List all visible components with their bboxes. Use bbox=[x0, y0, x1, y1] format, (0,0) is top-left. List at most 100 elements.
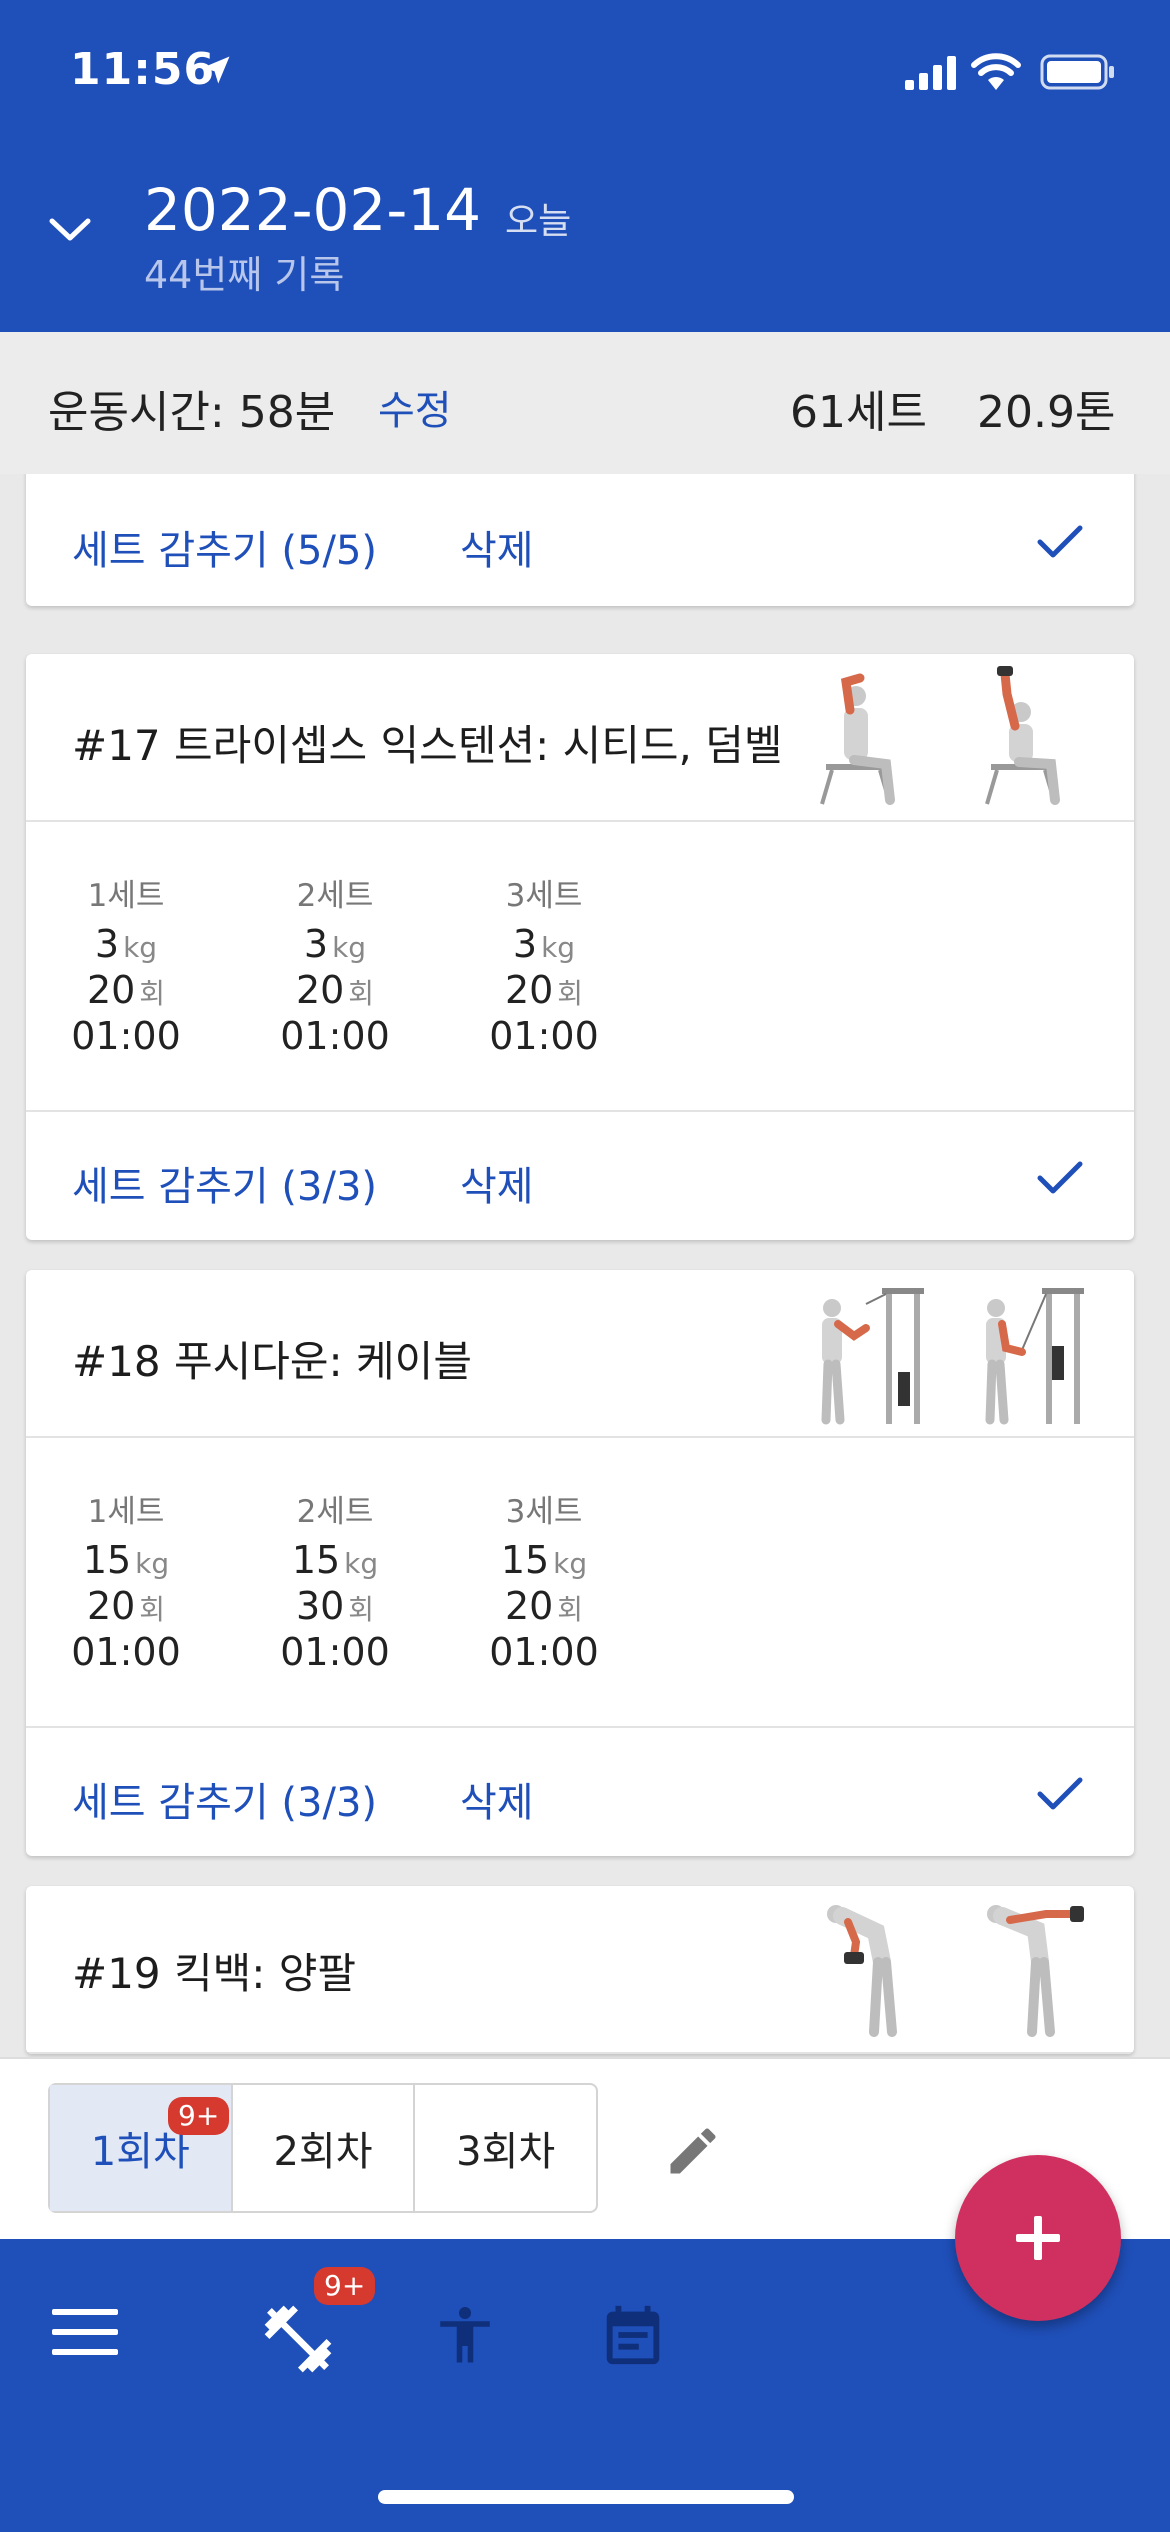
delete-exercise-button[interactable]: 삭제 bbox=[460, 1770, 534, 1828]
set-grid: 1세트 3 kg 20 회 01:00 2세트 3 kg 20 회 01:00 3세트 … bbox=[26, 822, 1134, 1112]
set-label: 3세트 bbox=[505, 878, 583, 914]
set-column[interactable]: 3세트 3 kg 20 회 01:00 bbox=[464, 870, 624, 1060]
set-weight: 15 bbox=[500, 1538, 550, 1582]
weight-unit: kg bbox=[123, 931, 158, 964]
set-grid: 1세트 15 kg 20 회 01:00 2세트 15 kg 30 회 01:00 3세… bbox=[26, 1438, 1134, 1728]
set-time: 01:00 bbox=[489, 1014, 599, 1058]
check-icon[interactable] bbox=[1036, 1776, 1084, 1812]
set-reps: 20 bbox=[504, 1584, 554, 1628]
delete-exercise-button[interactable]: 삭제 bbox=[460, 518, 534, 576]
dumbbell-icon[interactable] bbox=[258, 2299, 338, 2379]
total-sets: 61세트 bbox=[790, 387, 927, 438]
set-label: 2세트 bbox=[296, 878, 374, 914]
calendar-icon[interactable] bbox=[598, 2297, 668, 2373]
set-time: 01:00 bbox=[71, 1630, 181, 1674]
weight-unit: kg bbox=[344, 1547, 379, 1580]
set-column[interactable]: 2세트 15 kg 30 회 01:00 bbox=[255, 1486, 415, 1676]
set-weight: 3 bbox=[512, 922, 538, 966]
set-reps: 20 bbox=[504, 968, 554, 1012]
set-weight: 3 bbox=[94, 922, 120, 966]
session-badge: 9+ bbox=[168, 2097, 230, 2135]
exercise-title: #18 푸시다운: 케이블 bbox=[72, 1337, 472, 1386]
set-time: 01:00 bbox=[280, 1014, 390, 1058]
wifi-icon bbox=[971, 53, 1021, 90]
set-label: 1세트 bbox=[87, 1494, 165, 1530]
nav-badge: 9+ bbox=[314, 2267, 376, 2305]
exercise-illustration-end bbox=[987, 1905, 1084, 2037]
today-label: 오늘 bbox=[505, 201, 572, 242]
exercise-illustration-start bbox=[827, 1905, 897, 2037]
exercise-list[interactable]: 세트 감추기 (5/5) 삭제 #17 트라이셉스 익스텐션: 시티드, 덤벨 bbox=[0, 474, 1170, 2057]
set-weight: 3 bbox=[303, 922, 329, 966]
exercise-illustration-end bbox=[985, 666, 1060, 805]
reps-unit: 회 bbox=[139, 1593, 166, 1626]
set-column[interactable]: 2세트 3 kg 20 회 01:00 bbox=[255, 870, 415, 1060]
set-time: 01:00 bbox=[489, 1630, 599, 1674]
record-count: 44번째 기록 bbox=[144, 253, 345, 297]
session-tab-2[interactable]: 2회차 bbox=[233, 2085, 416, 2211]
exercise-title: #17 트라이셉스 익스텐션: 시티드, 덤벨 bbox=[72, 721, 783, 770]
add-exercise-button[interactable] bbox=[955, 2155, 1121, 2321]
chevron-down-icon[interactable] bbox=[48, 216, 92, 244]
location-arrow-icon bbox=[202, 56, 230, 84]
exercise-title: #19 킥백: 양팔 bbox=[72, 1949, 357, 1998]
battery-icon bbox=[1040, 54, 1114, 90]
reps-unit: 회 bbox=[557, 977, 584, 1010]
session-tab-3[interactable]: 3회차 bbox=[415, 2085, 596, 2211]
exercise-card: #17 트라이셉스 익스텐션: 시티드, 덤벨 1세트 3 kg 20 회 01:0… bbox=[26, 654, 1134, 1240]
signal-icon bbox=[905, 56, 956, 90]
card-footer: 세트 감추기 (3/3) 삭제 bbox=[26, 1728, 1134, 1856]
reps-unit: 회 bbox=[348, 1593, 375, 1626]
header: 11:56 2022-02-14 오늘 44번째 기록 bbox=[0, 0, 1170, 332]
set-column[interactable]: 1세트 15 kg 20 회 01:00 bbox=[46, 1486, 206, 1676]
edit-duration-button[interactable]: 수정 bbox=[378, 378, 452, 436]
weight-unit: kg bbox=[553, 1547, 588, 1580]
exercise-illustration-start bbox=[820, 673, 895, 805]
set-reps: 20 bbox=[295, 968, 345, 1012]
workout-duration: 운동시간: 58분 bbox=[48, 387, 336, 438]
total-volume: 20.9톤 bbox=[977, 387, 1116, 438]
exercise-header[interactable]: #17 트라이셉스 익스텐션: 시티드, 덤벨 bbox=[26, 654, 1134, 822]
status-time: 11:56 bbox=[70, 44, 216, 95]
set-label: 3세트 bbox=[505, 1494, 583, 1530]
hide-sets-button[interactable]: 세트 감추기 (5/5) bbox=[72, 518, 377, 576]
date-title[interactable]: 2022-02-14 bbox=[144, 176, 481, 244]
reps-unit: 회 bbox=[139, 977, 166, 1010]
set-weight: 15 bbox=[291, 1538, 341, 1582]
set-time: 01:00 bbox=[71, 1014, 181, 1058]
set-column[interactable]: 1세트 3 kg 20 회 01:00 bbox=[46, 870, 206, 1060]
card-footer: 세트 감추기 (3/3) 삭제 bbox=[26, 1112, 1134, 1240]
home-indicator bbox=[378, 2490, 794, 2504]
session-tab-label: 3회차 bbox=[456, 2129, 556, 2175]
exercise-illustration-end bbox=[985, 1288, 1084, 1425]
session-segmented-control: 1회차 9+ 2회차 3회차 bbox=[48, 2083, 598, 2213]
plus-icon bbox=[1016, 2216, 1060, 2260]
exercise-card: #19 킥백: 양팔 bbox=[26, 1886, 1134, 2054]
hide-sets-button[interactable]: 세트 감추기 (3/3) bbox=[72, 1154, 377, 1212]
set-weight: 15 bbox=[82, 1538, 132, 1582]
set-time: 01:00 bbox=[280, 1630, 390, 1674]
exercise-card: #18 푸시다운: 케이블 1세트 15 kg 20 회 01:00 2세트 1… bbox=[26, 1270, 1134, 1856]
session-tab-label: 2회차 bbox=[273, 2129, 373, 2175]
reps-unit: 회 bbox=[557, 1593, 584, 1626]
set-column[interactable]: 3세트 15 kg 20 회 01:00 bbox=[464, 1486, 624, 1676]
weight-unit: kg bbox=[135, 1547, 170, 1580]
set-label: 2세트 bbox=[296, 1494, 374, 1530]
exercise-illustration-start bbox=[821, 1288, 924, 1425]
menu-icon[interactable] bbox=[52, 2307, 118, 2357]
set-reps: 20 bbox=[86, 968, 136, 1012]
person-icon[interactable] bbox=[432, 2295, 498, 2375]
set-reps: 20 bbox=[86, 1584, 136, 1628]
pencil-icon[interactable] bbox=[663, 2121, 723, 2181]
session-tab-1[interactable]: 1회차 9+ bbox=[50, 2085, 233, 2211]
exercise-header[interactable]: #19 킥백: 양팔 bbox=[26, 1886, 1134, 2054]
workout-summary: 운동시간: 58분 수정 61세트 20.9톤 bbox=[0, 332, 1170, 474]
check-icon[interactable] bbox=[1036, 524, 1084, 560]
reps-unit: 회 bbox=[348, 977, 375, 1010]
exercise-header[interactable]: #18 푸시다운: 케이블 bbox=[26, 1270, 1134, 1438]
weight-unit: kg bbox=[332, 931, 367, 964]
set-label: 1세트 bbox=[87, 878, 165, 914]
check-icon[interactable] bbox=[1036, 1160, 1084, 1196]
delete-exercise-button[interactable]: 삭제 bbox=[460, 1154, 534, 1212]
hide-sets-button[interactable]: 세트 감추기 (3/3) bbox=[72, 1770, 377, 1828]
